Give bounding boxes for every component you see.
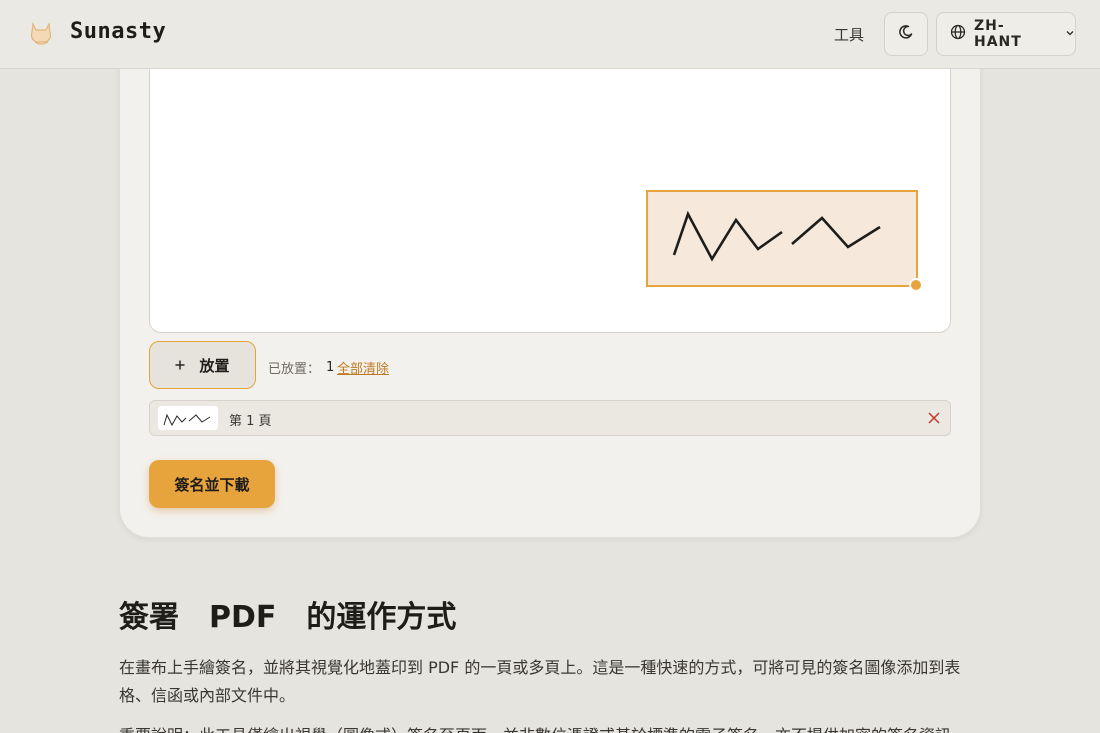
plus-icon: [175, 356, 185, 374]
article-paragraph: 重要說明：此工具僅繪出視覺（圖像式）簽名至頁面，並非數位憑證或基於標準的電子簽名…: [119, 722, 989, 733]
theme-toggle-button[interactable]: [884, 12, 928, 56]
language-label: ZH-HANT: [974, 18, 1022, 50]
cat-logo-icon[interactable]: [26, 18, 56, 48]
placement-page-label: 第 1 頁: [229, 414, 272, 429]
signature-thumbnail: [158, 406, 218, 430]
article-paragraph: 在畫布上手繪簽名，並將其視覺化地蓋印到 PDF 的一頁或多頁上。這是一種快速的方…: [119, 658, 961, 705]
place-signature-button[interactable]: 放置: [149, 341, 256, 389]
top-navbar: Sunasty 工具 ZH-HANT: [0, 0, 1100, 69]
close-icon[interactable]: [926, 410, 942, 426]
language-select-button[interactable]: ZH-HANT: [936, 12, 1076, 56]
clear-all-link[interactable]: 全部清除: [337, 358, 389, 377]
globe-icon: [950, 24, 966, 44]
sign-and-download-button[interactable]: 簽名並下載: [149, 460, 275, 508]
placed-signature[interactable]: [646, 190, 918, 287]
place-button-label: 放置: [199, 356, 230, 375]
placed-count: 1: [326, 360, 335, 375]
signature-drawing: [672, 210, 881, 262]
placed-label: 已放置：: [268, 362, 321, 377]
moon-icon: [898, 24, 914, 44]
placement-list-item: 第 1 頁: [149, 400, 951, 436]
section-title: 簽署 PDF 的運作方式: [119, 600, 457, 635]
chevron-down-icon: [1065, 26, 1075, 42]
brand-name[interactable]: Sunasty: [70, 19, 166, 44]
nav-tools-link[interactable]: 工具: [834, 24, 864, 45]
placed-status: 已放置： 1: [268, 358, 334, 377]
signature-resize-handle[interactable]: [909, 278, 923, 292]
